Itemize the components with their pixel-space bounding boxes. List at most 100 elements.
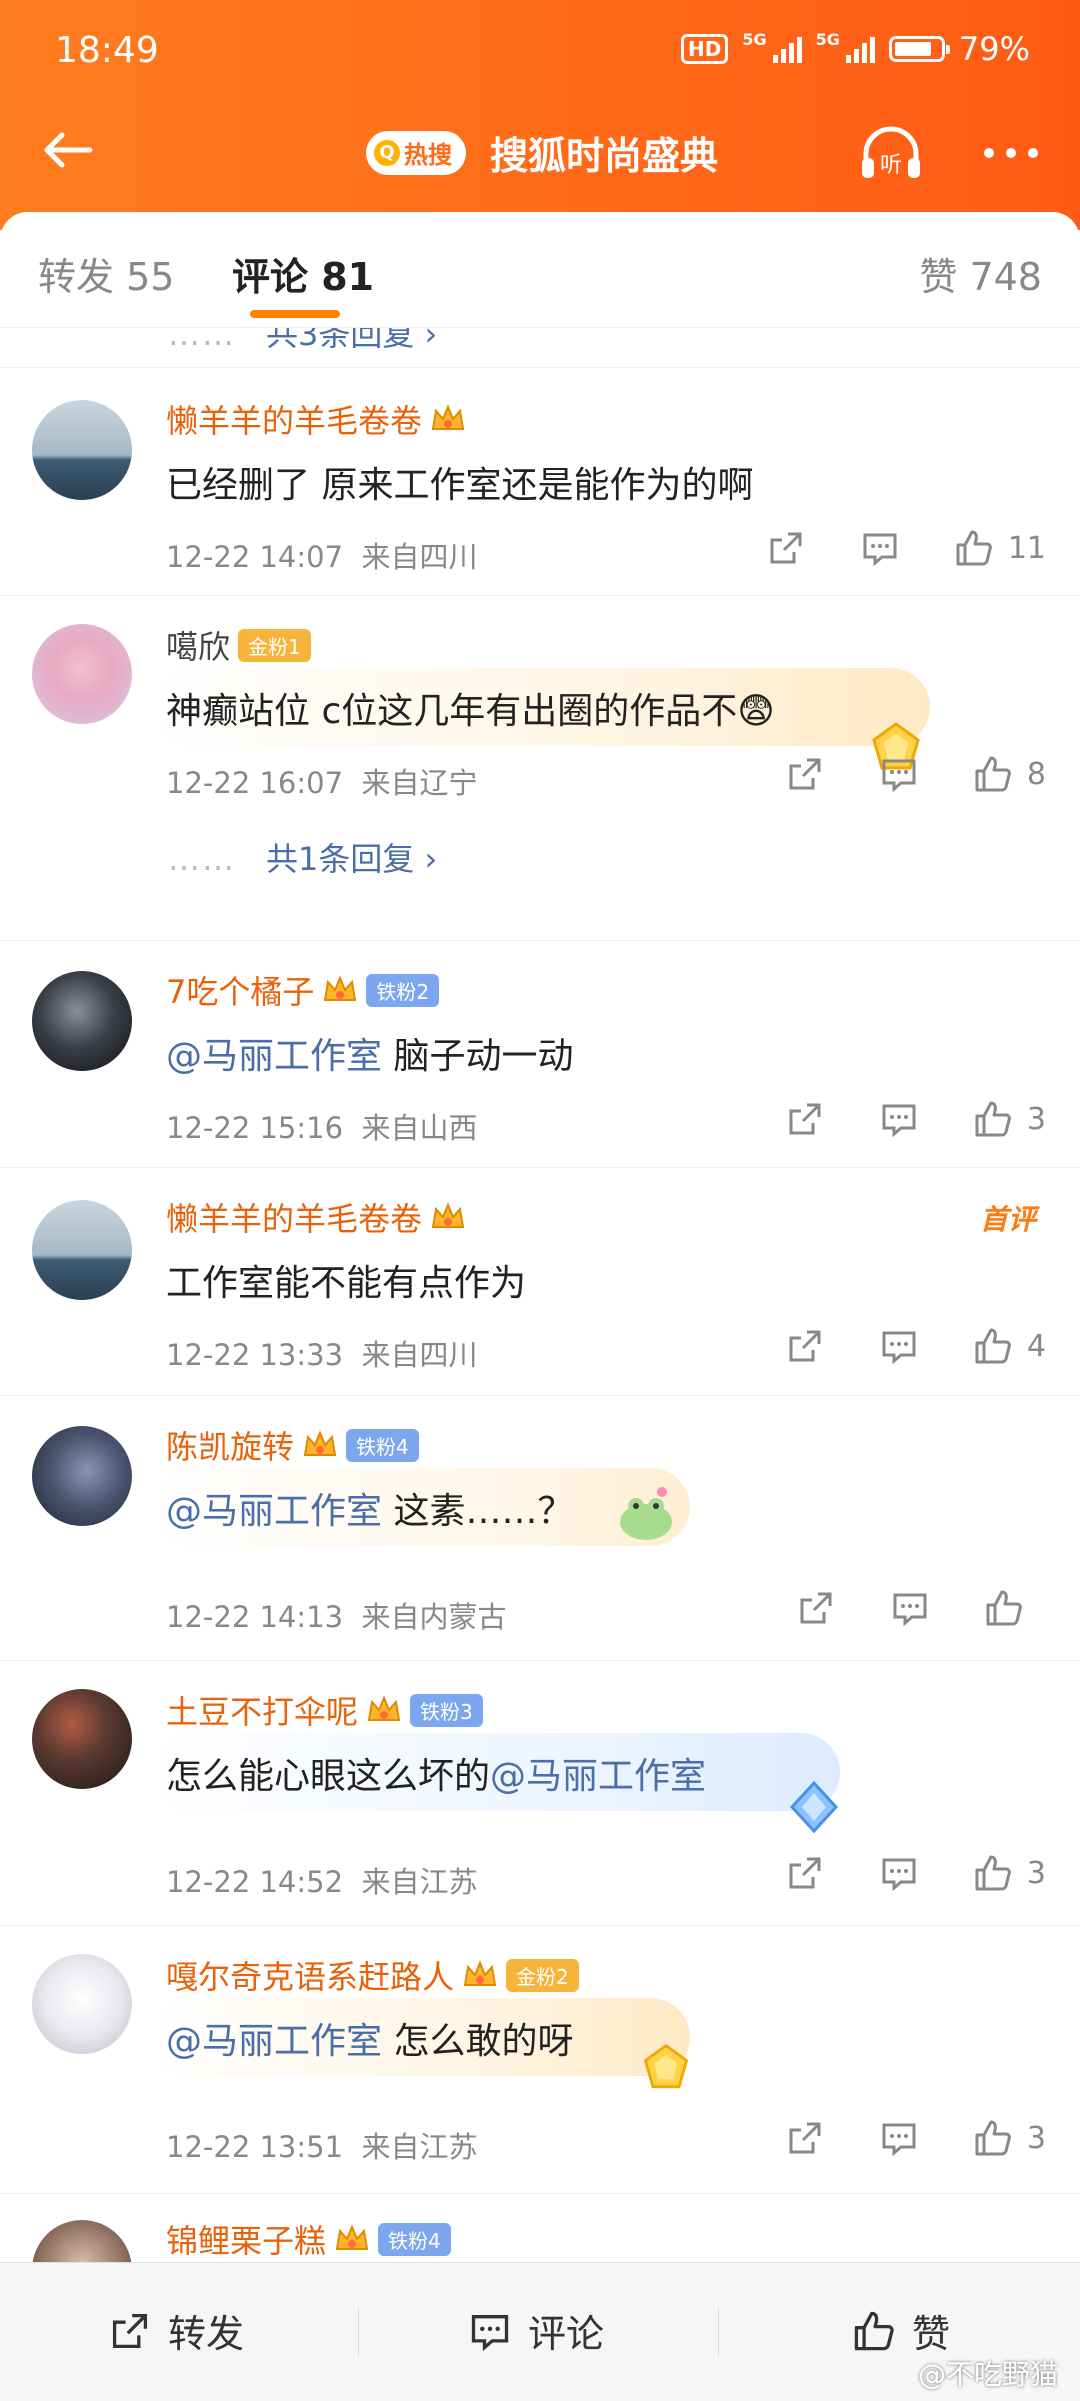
mention-link[interactable]: @马丽工作室 [166,2021,382,2062]
tab-likes[interactable]: 赞 748 [919,246,1042,301]
share-button[interactable] [785,2118,825,2158]
share-button[interactable] [785,754,825,794]
fan-level-badge: 铁粉4 [378,2222,451,2256]
mention-link[interactable]: @马丽工作室 [166,1036,382,1077]
comment-actions: 4 [785,1326,1046,1366]
view-replies-link[interactable]: …… 共3条回复 › [168,327,437,355]
thumbs-up-icon [986,1590,1022,1626]
reply-button[interactable] [879,754,919,794]
hot-search-label: 热搜 [404,141,452,169]
share-button[interactable] [785,1326,825,1366]
comment-text: 神癫站位 c位这几年有出圈的作品不😨 [166,691,775,732]
back-arrow-icon[interactable] [38,120,98,180]
tab-comments[interactable]: 评论 81 [232,246,374,301]
like-button[interactable] [984,1588,1038,1628]
reply-button[interactable] [890,1588,930,1628]
vip-crown-icon [335,2224,369,2250]
thumbs-up-icon [975,1328,1011,1364]
like-button[interactable]: 8 [973,754,1046,794]
signal-icon [772,35,802,63]
headphones-icon[interactable]: 听 [858,122,924,184]
repost-button[interactable]: 转发 [108,2303,244,2358]
username[interactable]: 陈凯旋转 [166,1422,294,1468]
like-button[interactable]: 4 [973,1326,1046,1366]
username[interactable]: 7吃个橘子 [166,967,314,1013]
thumbs-up-icon [975,1855,1011,1891]
mention-link[interactable]: @马丽工作室 [490,1756,706,1797]
share-button[interactable] [796,1588,836,1628]
share-icon [112,2313,148,2348]
username[interactable]: 噶欣 [166,622,230,668]
network-type-1: 5G [742,30,767,49]
avatar[interactable] [32,1689,132,1789]
divider [358,2307,359,2357]
comment-item: 噶欣 金粉1 神癫站位 c位这几年有出圈的作品不😨 12-22 16:07 来自… [0,595,1080,941]
frog-sticker-icon [620,1487,672,1540]
status-time: 18:49 [55,30,159,71]
reply-button[interactable] [879,1099,919,1139]
comment-actions: 11 [766,528,1046,568]
content-card: 转发 55 评论 81 赞 748 …… 共3条回复 › 懒羊羊的羊毛卷卷 已经删… [0,212,1080,2400]
comment-button[interactable]: 评论 [468,2303,604,2358]
hot-search-badge[interactable]: Q 热搜 [366,130,466,175]
comment-actions: 3 [785,1853,1046,1893]
fan-level-badge: 铁粉4 [346,1428,419,1462]
emoji: 😨 [737,691,775,732]
comment-icon [893,1593,927,1627]
like-button[interactable]: 11 [954,528,1046,568]
share-button[interactable] [785,1099,825,1139]
comment-text: 已经删了 原来工作室还是能作为的啊 [166,465,754,506]
reply-button[interactable] [860,528,900,568]
more-options-icon[interactable] [984,148,1038,158]
like-count: 3 [1026,2120,1046,2156]
username[interactable]: 嘎尔奇克语系赶路人 [166,1952,454,1998]
comment-icon [882,1331,916,1365]
username[interactable]: 锦鲤栗子糕 [166,2216,326,2262]
like-button[interactable]: 3 [973,1853,1046,1893]
page-title: 搜狐时尚盛典 [490,134,719,178]
thumbs-up-icon [956,530,992,566]
vip-crown-icon [367,1695,401,1721]
share-icon [789,1857,821,1889]
reply-button[interactable] [879,1326,919,1366]
comment-item: 陈凯旋转 铁粉4 @马丽工作室 这素……？ 12-22 14:13 来自内蒙古 [0,1395,1080,1661]
avatar[interactable] [32,1954,132,2054]
share-button[interactable] [785,1853,825,1893]
share-icon [789,1330,821,1362]
like-button[interactable]: 3 [973,1099,1046,1139]
comment-meta: 12-22 14:52 来自江苏 [166,1865,478,1899]
comment-item: 嘎尔奇克语系赶路人 金粉2 @马丽工作室 怎么敢的呀 12-22 13:51 来… [0,1925,1080,2194]
like-count: 4 [1026,1328,1046,1364]
like-button[interactable]: 3 [973,2118,1046,2158]
comment-icon [882,2123,916,2157]
avatar[interactable] [32,624,132,724]
vip-crown-icon [431,404,465,430]
username[interactable]: 懒羊羊的羊毛卷卷 [166,1194,422,1240]
reply-button[interactable] [879,2118,919,2158]
username[interactable]: 土豆不打伞呢 [166,1687,358,1733]
mention-link[interactable]: @马丽工作室 [166,1491,382,1532]
comment-text: @马丽工作室 怎么敢的呀 [166,2021,574,2062]
avatar[interactable] [32,1200,132,1300]
comment-icon [471,2314,509,2351]
network-type-2: 5G [815,30,840,49]
avatar[interactable] [32,400,132,500]
repost-label: 转发 [168,2312,245,2356]
hd-icon: HD [681,34,729,64]
tab-repost[interactable]: 转发 55 [38,246,174,301]
fan-level-badge: 金粉1 [238,628,311,662]
comment-icon [882,759,916,793]
reply-button[interactable] [879,1853,919,1893]
fan-level-badge: 铁粉3 [410,1693,483,1727]
avatar[interactable] [32,1426,132,1526]
comment-item: 懒羊羊的羊毛卷卷 首评 工作室能不能有点作为 12-22 13:33 来自四川 … [0,1167,1080,1396]
share-button[interactable] [766,528,806,568]
avatar[interactable] [32,971,132,1071]
view-replies-link[interactable]: …… 共1条回复 › [168,834,437,880]
comment-icon [863,533,897,567]
comment-text: 怎么能心眼这么坏的@马丽工作室 [166,1756,707,1797]
fan-level-badge: 金粉2 [506,1958,579,1992]
comment-item: 土豆不打伞呢 铁粉3 怎么能心眼这么坏的@马丽工作室 12-22 14:52 来… [0,1660,1080,1926]
username[interactable]: 懒羊羊的羊毛卷卷 [166,396,422,442]
like-button[interactable]: 赞 [852,2303,950,2358]
